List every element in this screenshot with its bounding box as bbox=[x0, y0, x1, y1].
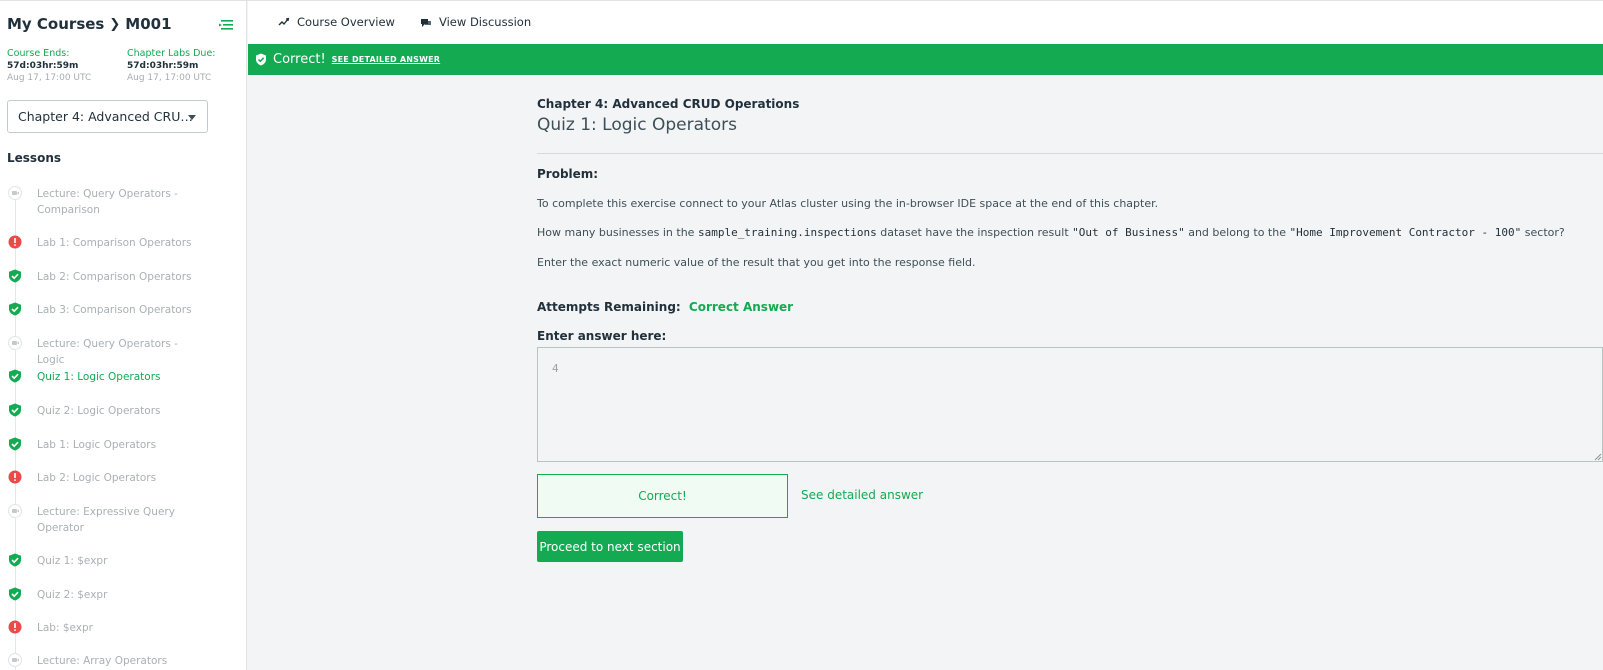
lesson-label: Lecture: Expressive Query Operator bbox=[37, 506, 175, 534]
divider bbox=[537, 153, 1603, 154]
lesson-label: Lab 2: Logic Operators bbox=[37, 472, 157, 484]
shield-check-icon bbox=[9, 403, 21, 417]
lesson-label: Lab 1: Logic Operators bbox=[37, 439, 157, 451]
lesson-label: Quiz 2: $expr bbox=[37, 589, 108, 601]
lesson-item[interactable]: Lecture: Array Operators bbox=[0, 653, 246, 669]
error-icon bbox=[8, 620, 22, 634]
view-discussion-link[interactable]: View Discussion bbox=[420, 15, 531, 29]
p2-text-a: How many businesses in the bbox=[537, 226, 698, 239]
lesson-label: Lecture: Query Operators - Comparison bbox=[37, 188, 178, 216]
lesson-label: Quiz 1: Logic Operators bbox=[37, 371, 161, 383]
shield-check-icon bbox=[9, 437, 21, 451]
proceed-button[interactable]: Proceed to next section bbox=[537, 531, 683, 562]
shield-check-icon bbox=[9, 369, 21, 383]
trend-icon bbox=[278, 17, 290, 26]
success-banner: Correct! SEE DETAILED ANSWER bbox=[248, 44, 1603, 75]
lesson-item[interactable]: Quiz 1: Logic Operators bbox=[0, 369, 246, 385]
collection-code: sample_training.inspections bbox=[697, 226, 877, 239]
problem-paragraph-2: How many businesses in the sample_traini… bbox=[537, 226, 1565, 239]
attempts-label: Attempts Remaining: bbox=[537, 300, 681, 314]
labs-due-countdown: 57d:03hr:59m bbox=[127, 61, 199, 71]
breadcrumb-course[interactable]: M001 bbox=[125, 15, 171, 33]
chapter-dropdown[interactable]: Chapter 4: Advanced CRU… bbox=[7, 100, 208, 133]
collapse-menu-icon[interactable] bbox=[219, 18, 235, 32]
shield-check-icon bbox=[256, 53, 266, 66]
lesson-label: Lecture: Array Operators bbox=[37, 655, 168, 667]
course-ends-label: Course Ends: bbox=[7, 48, 70, 59]
view-discussion-label: View Discussion bbox=[439, 15, 532, 29]
problem-paragraph-3: Enter the exact numeric value of the res… bbox=[537, 256, 976, 269]
lesson-label: Lab: $expr bbox=[37, 622, 93, 634]
labs-due-label: Chapter Labs Due: bbox=[127, 48, 216, 59]
lesson-item[interactable]: Lecture: Expressive Query Operator bbox=[0, 504, 246, 536]
lesson-item[interactable]: Lab 2: Logic Operators bbox=[0, 470, 246, 486]
see-detailed-answer-link[interactable]: See detailed answer bbox=[801, 488, 923, 502]
video-icon bbox=[8, 186, 22, 200]
lesson-item[interactable]: Lab: $expr bbox=[0, 620, 246, 636]
resize-handle-icon[interactable] bbox=[1594, 453, 1602, 461]
p2-text-d: sector? bbox=[1521, 226, 1565, 239]
shield-check-icon bbox=[9, 553, 21, 567]
course-overview-label: Course Overview bbox=[297, 15, 395, 29]
video-icon bbox=[8, 336, 22, 350]
lesson-item[interactable]: Lab 3: Comparison Operators bbox=[0, 302, 246, 318]
lesson-item[interactable]: Lecture: Query Operators - Comparison bbox=[0, 186, 246, 218]
video-icon bbox=[8, 504, 22, 518]
video-icon bbox=[8, 653, 22, 667]
course-overview-link[interactable]: Course Overview bbox=[278, 15, 395, 29]
shield-check-icon bbox=[9, 269, 21, 283]
lesson-item[interactable]: Quiz 2: Logic Operators bbox=[0, 403, 246, 419]
top-nav: Course Overview View Discussion bbox=[248, 1, 1603, 44]
chapter-title: Chapter 4: Advanced CRUD Operations bbox=[537, 97, 800, 111]
answer-value: 4 bbox=[552, 362, 559, 375]
sidebar: My Courses ❯ M001 Course Ends: 57d:03hr:… bbox=[0, 1, 247, 670]
page-title: Quiz 1: Logic Operators bbox=[537, 115, 737, 135]
labs-due: Chapter Labs Due: 57d:03hr:59m Aug 17, 1… bbox=[127, 48, 216, 84]
lesson-label: Lecture: Query Operators - Logic bbox=[37, 338, 178, 366]
problem-paragraph-1: To complete this exercise connect to you… bbox=[537, 197, 1159, 210]
lesson-item[interactable]: Quiz 2: $expr bbox=[0, 587, 246, 603]
lesson-label: Quiz 1: $expr bbox=[37, 555, 108, 567]
chapter-dropdown-value: Chapter 4: Advanced CRU… bbox=[18, 109, 193, 124]
lesson-item[interactable]: Lab 1: Comparison Operators bbox=[0, 235, 246, 251]
lessons-heading: Lessons bbox=[7, 151, 61, 165]
shield-check-icon bbox=[9, 587, 21, 601]
lesson-item[interactable]: Lab 1: Logic Operators bbox=[0, 437, 246, 453]
course-ends: Course Ends: 57d:03hr:59m Aug 17, 17:00 … bbox=[7, 48, 91, 84]
lesson-label: Lab 3: Comparison Operators bbox=[37, 304, 192, 316]
breadcrumb: My Courses ❯ M001 bbox=[7, 15, 172, 33]
answer-textarea[interactable]: 4 bbox=[537, 347, 1603, 462]
course-ends-countdown: 57d:03hr:59m bbox=[7, 61, 79, 71]
error-icon bbox=[8, 470, 22, 484]
problem-heading: Problem: bbox=[537, 167, 599, 181]
lesson-label: Lab 2: Comparison Operators bbox=[37, 271, 192, 283]
banner-message: Correct! bbox=[273, 52, 326, 67]
lesson-item[interactable]: Lab 2: Comparison Operators bbox=[0, 269, 246, 285]
answer-label: Enter answer here: bbox=[537, 329, 667, 343]
chevron-right-icon: ❯ bbox=[109, 16, 121, 32]
error-icon bbox=[8, 235, 22, 249]
caret-down-icon bbox=[188, 115, 196, 120]
banner-detail-link[interactable]: SEE DETAILED ANSWER bbox=[332, 55, 440, 64]
discussion-icon bbox=[421, 18, 431, 27]
course-ends-date: Aug 17, 17:00 UTC bbox=[7, 73, 92, 83]
p2-text-b: dataset have the inspection result bbox=[876, 226, 1073, 239]
shield-check-icon bbox=[9, 302, 21, 316]
p2-text-c: and belong to the bbox=[1184, 226, 1290, 239]
breadcrumb-my-courses[interactable]: My Courses bbox=[7, 15, 104, 33]
lesson-label: Lab 1: Comparison Operators bbox=[37, 237, 192, 249]
lesson-label: Quiz 2: Logic Operators bbox=[37, 405, 161, 417]
attempts-remaining: Attempts Remaining: Correct Answer bbox=[537, 300, 793, 314]
attempts-value: Correct Answer bbox=[688, 300, 794, 314]
result-code: "Out of Business" bbox=[1072, 226, 1185, 239]
labs-due-date: Aug 17, 17:00 UTC bbox=[127, 73, 212, 83]
lesson-item[interactable]: Quiz 1: $expr bbox=[0, 553, 246, 569]
correct-button[interactable]: Correct! bbox=[537, 474, 788, 518]
sector-code: "Home Improvement Contractor - 100" bbox=[1289, 226, 1522, 239]
lesson-item[interactable]: Lecture: Query Operators - Logic bbox=[0, 336, 246, 366]
